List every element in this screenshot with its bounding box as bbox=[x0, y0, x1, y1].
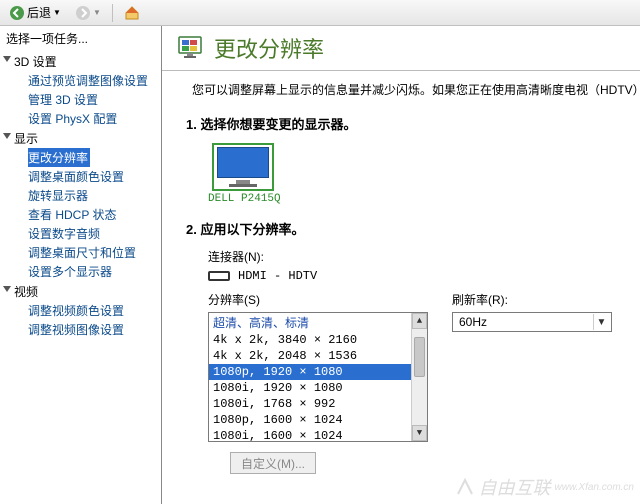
listbox-scrollbar[interactable]: ▲ ▼ bbox=[411, 313, 427, 441]
tree-item[interactable]: 更改分辨率 bbox=[28, 148, 90, 167]
connector-row: HDMI - HDTV bbox=[208, 269, 626, 283]
connector-label: 连接器(N): bbox=[208, 248, 626, 265]
forward-icon bbox=[75, 5, 91, 21]
display-settings-icon bbox=[176, 33, 204, 64]
monitor-icon bbox=[212, 143, 274, 191]
sidebar-title: 选择一项任务... bbox=[0, 26, 161, 49]
refresh-label: 刷新率(R): bbox=[452, 291, 612, 308]
resolution-option[interactable]: 1080i, 1920 × 1080 bbox=[209, 380, 427, 396]
monitor-option[interactable]: DELL P2415Q bbox=[208, 143, 278, 205]
section-apply-resolution: 2. 应用以下分辨率。 连接器(N): HDMI - HDTV 分辨率(S) 超… bbox=[162, 209, 640, 478]
tree-group[interactable]: 显示 bbox=[0, 128, 161, 148]
sidebar: 选择一项任务... 3D 设置通过预览调整图像设置管理 3D 设置设置 Phys… bbox=[0, 26, 162, 504]
back-button[interactable]: 后退 ▼ bbox=[4, 1, 66, 24]
tree-item[interactable]: 旋转显示器 bbox=[0, 186, 161, 205]
scroll-thumb[interactable] bbox=[414, 337, 425, 377]
scroll-up-button[interactable]: ▲ bbox=[412, 313, 427, 329]
chevron-down-icon: ▼ bbox=[53, 8, 61, 17]
resolution-option[interactable]: 1080i, 1600 × 1024 bbox=[209, 428, 427, 442]
page-header: 更改分辨率 bbox=[162, 26, 640, 71]
main-split: 选择一项任务... 3D 设置通过预览调整图像设置管理 3D 设置设置 Phys… bbox=[0, 26, 640, 504]
tree-item[interactable]: 设置多个显示器 bbox=[0, 262, 161, 281]
section2-title: 2. 应用以下分辨率。 bbox=[186, 219, 626, 238]
content-panel: 更改分辨率 您可以调整屏幕上显示的信息量并减少闪烁。如果您正在使用高清晰度电视（… bbox=[162, 26, 640, 504]
resolution-option[interactable]: 4k x 2k, 2048 × 1536 bbox=[209, 348, 427, 364]
connector-value: HDMI - HDTV bbox=[238, 269, 317, 283]
toolbar-separator bbox=[112, 4, 113, 22]
back-label: 后退 bbox=[27, 4, 51, 21]
page-title: 更改分辨率 bbox=[214, 32, 324, 64]
chevron-down-icon: ▼ bbox=[593, 314, 609, 330]
tree-group[interactable]: 视频 bbox=[0, 281, 161, 301]
resolution-label: 分辨率(S) bbox=[208, 291, 428, 308]
tree-item[interactable]: 通过预览调整图像设置 bbox=[0, 71, 161, 90]
home-button[interactable] bbox=[119, 2, 145, 24]
tree-group[interactable]: 3D 设置 bbox=[0, 51, 161, 71]
tree-item[interactable]: 设置 PhysX 配置 bbox=[0, 109, 161, 128]
resolution-option[interactable]: 1080p, 1920 × 1080 bbox=[209, 364, 427, 380]
toolbar: 后退 ▼ ▼ bbox=[0, 0, 640, 26]
resolution-option[interactable]: 1080i, 1768 × 992 bbox=[209, 396, 427, 412]
custom-button[interactable]: 自定义(M)... bbox=[230, 452, 316, 474]
chevron-down-icon: ▼ bbox=[93, 8, 101, 17]
resolution-option[interactable]: 1080p, 1600 × 1024 bbox=[209, 412, 427, 428]
scroll-down-button[interactable]: ▼ bbox=[412, 425, 427, 441]
page-description: 您可以调整屏幕上显示的信息量并减少闪烁。如果您正在使用高清晰度电视（HDTV），… bbox=[162, 71, 640, 104]
tree-item[interactable]: 查看 HDCP 状态 bbox=[0, 205, 161, 224]
tree-item[interactable]: 管理 3D 设置 bbox=[0, 90, 161, 109]
tree-item[interactable]: 调整视频图像设置 bbox=[0, 320, 161, 339]
forward-button[interactable]: ▼ bbox=[70, 2, 106, 24]
tree-item[interactable]: 设置数字音频 bbox=[0, 224, 161, 243]
task-tree: 3D 设置通过预览调整图像设置管理 3D 设置设置 PhysX 配置显示更改分辨… bbox=[0, 49, 161, 339]
monitor-label: DELL P2415Q bbox=[208, 193, 278, 205]
hdmi-icon bbox=[208, 271, 230, 281]
home-icon bbox=[124, 5, 140, 21]
tree-item[interactable]: 调整桌面颜色设置 bbox=[0, 167, 161, 186]
section-select-display: 1. 选择你想要变更的显示器。 DELL P2415Q bbox=[162, 104, 640, 209]
resolution-option[interactable]: 4k x 2k, 3840 × 2160 bbox=[209, 332, 427, 348]
section1-title: 1. 选择你想要变更的显示器。 bbox=[186, 114, 626, 133]
tree-item[interactable]: 调整桌面尺寸和位置 bbox=[0, 243, 161, 262]
refresh-rate-dropdown[interactable]: 60Hz ▼ bbox=[452, 312, 612, 332]
tree-item[interactable]: 调整视频颜色设置 bbox=[0, 301, 161, 320]
listbox-header: 超清、高清、标清 bbox=[209, 313, 427, 332]
refresh-rate-value: 60Hz bbox=[459, 315, 487, 329]
resolution-listbox[interactable]: 超清、高清、标清 4k x 2k, 3840 × 21604k x 2k, 20… bbox=[208, 312, 428, 442]
back-icon bbox=[9, 5, 25, 21]
